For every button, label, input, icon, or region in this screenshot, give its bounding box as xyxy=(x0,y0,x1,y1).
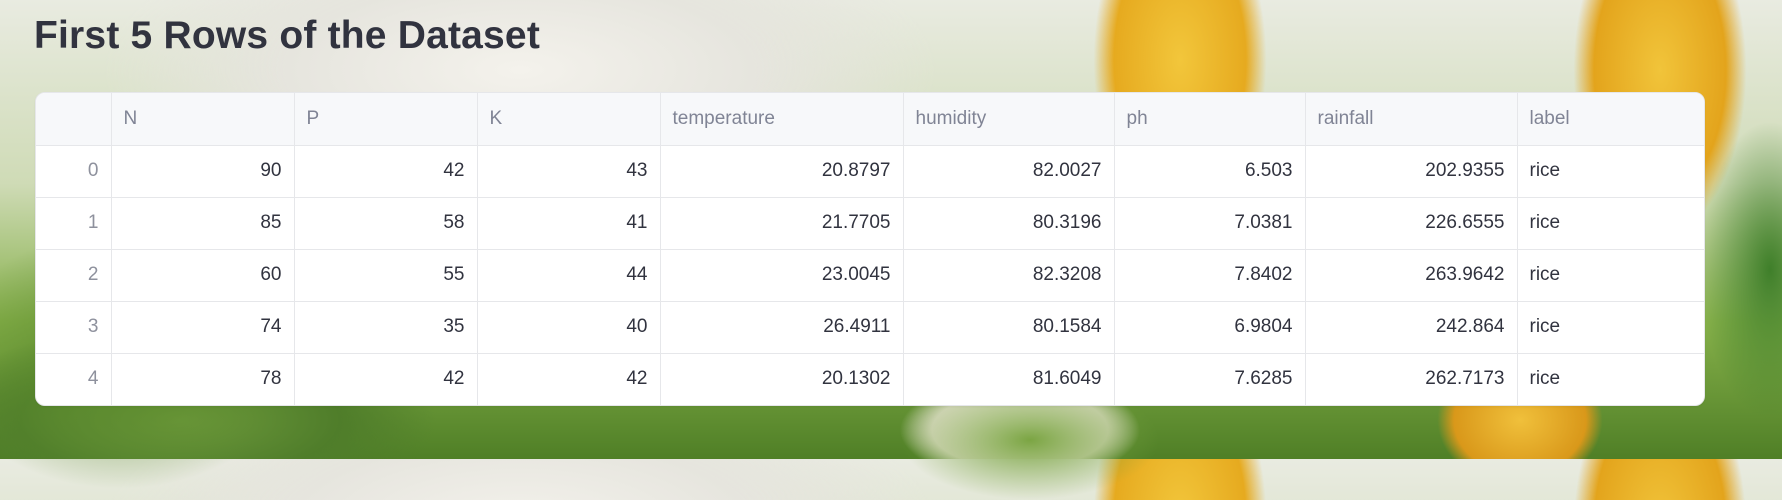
row-index: 2 xyxy=(36,249,112,302)
column-header-humidity[interactable]: humidity xyxy=(903,93,1115,146)
row-index: 0 xyxy=(36,145,112,198)
table-cell[interactable]: 85 xyxy=(111,197,295,250)
table-cell[interactable]: rice xyxy=(1517,249,1704,302)
dataframe-table[interactable]: N P K temperature humidity ph rainfall l… xyxy=(35,92,1705,406)
table-cell[interactable]: 42 xyxy=(294,353,478,405)
table-cell[interactable]: 21.7705 xyxy=(660,197,904,250)
table-cell[interactable]: 7.0381 xyxy=(1114,197,1306,250)
table-header-row: N P K temperature humidity ph rainfall l… xyxy=(36,93,1704,146)
table-cell[interactable]: 262.7173 xyxy=(1305,353,1518,405)
table-cell[interactable]: 55 xyxy=(294,249,478,302)
table-cell[interactable]: 35 xyxy=(294,301,478,354)
table-cell[interactable]: 58 xyxy=(294,197,478,250)
table-cell[interactable]: 81.6049 xyxy=(903,353,1115,405)
table-cell[interactable]: 20.8797 xyxy=(660,145,904,198)
column-header-n[interactable]: N xyxy=(111,93,295,146)
column-header-k[interactable]: K xyxy=(477,93,661,146)
table-cell[interactable]: 202.9355 xyxy=(1305,145,1518,198)
row-index: 1 xyxy=(36,197,112,250)
table-cell[interactable]: 26.4911 xyxy=(660,301,904,354)
column-header-rainfall[interactable]: rainfall xyxy=(1305,93,1518,146)
row-index: 4 xyxy=(36,353,112,405)
column-header-p[interactable]: P xyxy=(294,93,478,146)
column-header-label[interactable]: label xyxy=(1517,93,1704,146)
table-cell[interactable]: rice xyxy=(1517,353,1704,405)
table-cell[interactable]: 82.0027 xyxy=(903,145,1115,198)
table-cell[interactable]: 74 xyxy=(111,301,295,354)
page-title: First 5 Rows of the Dataset xyxy=(34,14,541,57)
table-cell[interactable]: 20.1302 xyxy=(660,353,904,405)
table-cell[interactable]: 80.1584 xyxy=(903,301,1115,354)
table-cell[interactable]: 82.3208 xyxy=(903,249,1115,302)
table-cell[interactable]: 43 xyxy=(477,145,661,198)
column-header-ph[interactable]: ph xyxy=(1114,93,1306,146)
table-row: 1 85 58 41 21.7705 80.3196 7.0381 226.65… xyxy=(36,197,1704,250)
table-cell[interactable]: 90 xyxy=(111,145,295,198)
table-cell[interactable]: 6.9804 xyxy=(1114,301,1306,354)
column-header-index xyxy=(36,93,112,146)
table-cell[interactable]: 44 xyxy=(477,249,661,302)
table-cell[interactable]: 42 xyxy=(294,145,478,198)
table-cell[interactable]: 60 xyxy=(111,249,295,302)
table-cell[interactable]: 7.6285 xyxy=(1114,353,1306,405)
table-cell[interactable]: rice xyxy=(1517,145,1704,198)
table-row: 4 78 42 42 20.1302 81.6049 7.6285 262.71… xyxy=(36,353,1704,405)
background-leaf xyxy=(1700,120,1782,420)
row-index: 3 xyxy=(36,301,112,354)
table-cell[interactable]: 226.6555 xyxy=(1305,197,1518,250)
table-cell[interactable]: 263.9642 xyxy=(1305,249,1518,302)
table-row: 0 90 42 43 20.8797 82.0027 6.503 202.935… xyxy=(36,145,1704,198)
table-row: 3 74 35 40 26.4911 80.1584 6.9804 242.86… xyxy=(36,301,1704,354)
table-cell[interactable]: rice xyxy=(1517,301,1704,354)
table-cell[interactable]: 40 xyxy=(477,301,661,354)
table-cell[interactable]: rice xyxy=(1517,197,1704,250)
column-header-temperature[interactable]: temperature xyxy=(660,93,904,146)
table-cell[interactable]: 41 xyxy=(477,197,661,250)
table-cell[interactable]: 7.8402 xyxy=(1114,249,1306,302)
table-cell[interactable]: 80.3196 xyxy=(903,197,1115,250)
table-cell[interactable]: 42 xyxy=(477,353,661,405)
table-cell[interactable]: 6.503 xyxy=(1114,145,1306,198)
table-row: 2 60 55 44 23.0045 82.3208 7.8402 263.96… xyxy=(36,249,1704,302)
table-cell[interactable]: 242.864 xyxy=(1305,301,1518,354)
table-cell[interactable]: 23.0045 xyxy=(660,249,904,302)
table-cell[interactable]: 78 xyxy=(111,353,295,405)
